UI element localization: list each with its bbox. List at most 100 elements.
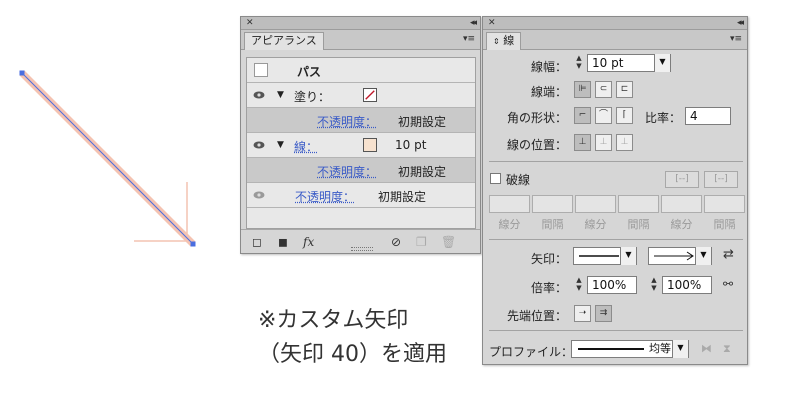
dash-3-input[interactable] (661, 195, 702, 213)
appearance-row-fill-opacity[interactable]: 不透明度： 初期設定 (247, 108, 475, 133)
dashed-checkbox[interactable] (490, 173, 501, 184)
appearance-row-fill[interactable]: ▼ 塗り： (247, 83, 475, 108)
panel-menu-icon[interactable]: ▾≡ (463, 34, 475, 44)
eye-icon[interactable] (253, 191, 265, 199)
dash-1-input[interactable] (489, 195, 530, 213)
fill-opacity-link[interactable]: 不透明度： (317, 113, 377, 130)
anchor-point-end[interactable] (190, 241, 196, 247)
link-scale-icon[interactable]: ⚯ (723, 277, 733, 291)
gap-1-input[interactable] (532, 195, 573, 213)
join-label: 角の形状： (506, 111, 567, 125)
panel-menu-icon[interactable]: ▾≡ (730, 34, 742, 44)
butt-cap-button[interactable]: ⊫ (574, 81, 591, 98)
dash-preset-align-button[interactable]: [‐‐] (704, 171, 738, 188)
gap-3-input[interactable] (704, 195, 745, 213)
new-stroke-icon[interactable]: ◻ (252, 235, 262, 249)
dashed-label: 破線 (506, 173, 531, 187)
new-fill-icon[interactable]: ◼ (278, 235, 288, 249)
chevron-down-icon[interactable]: ▼ (672, 340, 688, 358)
divider (489, 161, 743, 162)
flip-horizontal-icon[interactable]: ⧓ (701, 342, 712, 355)
caption-line-2: （矢印 40）を適用 (258, 342, 447, 367)
scale-label: 倍率： (530, 281, 567, 295)
resize-grip[interactable] (351, 247, 373, 251)
chevron-down-icon[interactable]: ▼ (620, 247, 636, 265)
anchor-point-start[interactable] (19, 70, 25, 76)
swap-arrowheads-icon[interactable]: ⇄ (723, 247, 734, 262)
bevel-join-button[interactable]: ⌈ (616, 107, 633, 124)
start-arrowhead-select[interactable]: ▼ (573, 247, 637, 265)
appearance-footer: ◻ ◼ fx ⊘ ❐ 🗑 (241, 229, 480, 253)
object-opacity-value: 初期設定 (378, 190, 427, 204)
object-opacity-link[interactable]: 不透明度： (295, 188, 355, 205)
flip-vertical-icon[interactable]: ⧗ (723, 342, 731, 356)
dash-2-input[interactable] (575, 195, 616, 213)
align-label: 線の位置： (506, 138, 567, 152)
trash-icon[interactable]: 🗑 (441, 235, 456, 249)
appearance-row-path[interactable]: パス (247, 58, 475, 83)
stroke-color-swatch[interactable] (363, 138, 377, 152)
miter-ratio-input[interactable]: 4 (685, 107, 731, 125)
align-inside-button[interactable]: ⊥ (595, 134, 612, 151)
disclosure-triangle-icon[interactable]: ▼ (277, 90, 284, 100)
dash-1-label: 線分 (498, 218, 521, 231)
fill-none-swatch[interactable] (363, 88, 377, 102)
path-thumbnail (254, 63, 268, 77)
clear-icon[interactable]: ⊘ (391, 235, 401, 249)
end-arrowhead-select[interactable]: ▼ (648, 247, 712, 265)
profile-value: 均等 (649, 342, 671, 355)
weight-stepper[interactable]: ▲ ▼ (573, 54, 585, 72)
tip-place-button[interactable]: ⇉ (595, 305, 612, 322)
miter-join-button[interactable]: ⌐ (574, 107, 591, 124)
disclosure-triangle-icon[interactable]: ▼ (277, 140, 284, 150)
appearance-list: パス ▼ 塗り： 不透明度： 初期設定 ▼ 線： 10 pt 不透明度： 初期設… (246, 57, 476, 229)
panel-titlebar[interactable]: ✕ ◂◂ (483, 17, 747, 30)
tab-appearance[interactable]: アピアランス (244, 32, 324, 50)
start-scale-input[interactable]: 100% (587, 276, 637, 294)
stroke-link[interactable]: 線： (294, 138, 318, 155)
panel-titlebar[interactable]: ✕ ◂◂ (241, 17, 480, 30)
arrowhead-label: 矢印： (530, 252, 567, 266)
end-scale-input[interactable]: 100% (662, 276, 712, 294)
stroke-weight-value: 10 pt (395, 138, 427, 152)
chevron-down-icon[interactable]: ▼ (695, 247, 711, 265)
start-scale-stepper[interactable]: ▲ ▼ (573, 276, 585, 294)
end-scale-stepper[interactable]: ▲ ▼ (648, 276, 660, 294)
gap-2-input[interactable] (618, 195, 659, 213)
tip-position-label: 先端位置： (506, 309, 567, 323)
weight-value: 10 pt (592, 56, 624, 70)
panel-tabbar: アピアランス ▾≡ (241, 30, 480, 50)
chevron-down-icon[interactable]: ▼ (654, 54, 670, 72)
tip-extend-button[interactable]: ➝ (574, 305, 591, 322)
round-join-button[interactable]: ⌒ (595, 107, 612, 124)
duplicate-icon[interactable]: ❐ (416, 235, 427, 249)
stroke-opacity-link[interactable]: 不透明度： (317, 163, 377, 180)
divider (489, 239, 743, 240)
projecting-cap-button[interactable]: ⊏ (616, 81, 633, 98)
weight-input[interactable]: 10 pt ▼ (587, 54, 671, 72)
close-icon[interactable]: ✕ (246, 17, 254, 29)
appearance-row-object-opacity[interactable]: 不透明度： 初期設定 (247, 183, 475, 208)
eye-icon[interactable] (253, 91, 265, 99)
path-line (21, 72, 194, 245)
fill-label: 塗り： (294, 90, 331, 104)
appearance-panel: ✕ ◂◂ アピアランス ▾≡ パス ▼ 塗り： 不透明度： 初期設定 ▼ 線： (240, 16, 481, 254)
caption-line-1: ※カスタム矢印 (258, 308, 409, 333)
profile-select[interactable]: 均等 ▼ (571, 340, 689, 358)
fx-icon[interactable]: fx (303, 235, 314, 249)
align-center-button[interactable]: ⊥ (574, 134, 591, 151)
round-cap-button[interactable]: ⊂ (595, 81, 612, 98)
gap-3-label: 間隔 (713, 218, 736, 231)
collapse-icon[interactable]: ◂◂ (737, 17, 744, 29)
divider (489, 330, 743, 331)
appearance-row-stroke-opacity[interactable]: 不透明度： 初期設定 (247, 158, 475, 183)
collapse-icon[interactable]: ◂◂ (470, 17, 477, 29)
stroke-panel: ✕ ◂◂ ⇕ 線 ▾≡ 線幅： ▲ ▼ 10 pt ▼ 線端： ⊫ ⊂ ⊏ 角の形… (482, 16, 748, 365)
appearance-row-stroke[interactable]: ▼ 線： 10 pt (247, 133, 475, 158)
eye-icon[interactable] (253, 141, 265, 149)
close-icon[interactable]: ✕ (488, 17, 496, 29)
tab-stroke[interactable]: ⇕ 線 (486, 32, 522, 50)
artboard-path[interactable] (0, 0, 240, 270)
align-outside-button[interactable]: ⊥ (616, 134, 633, 151)
dash-preset-exact-button[interactable]: [‐‐] (665, 171, 699, 188)
